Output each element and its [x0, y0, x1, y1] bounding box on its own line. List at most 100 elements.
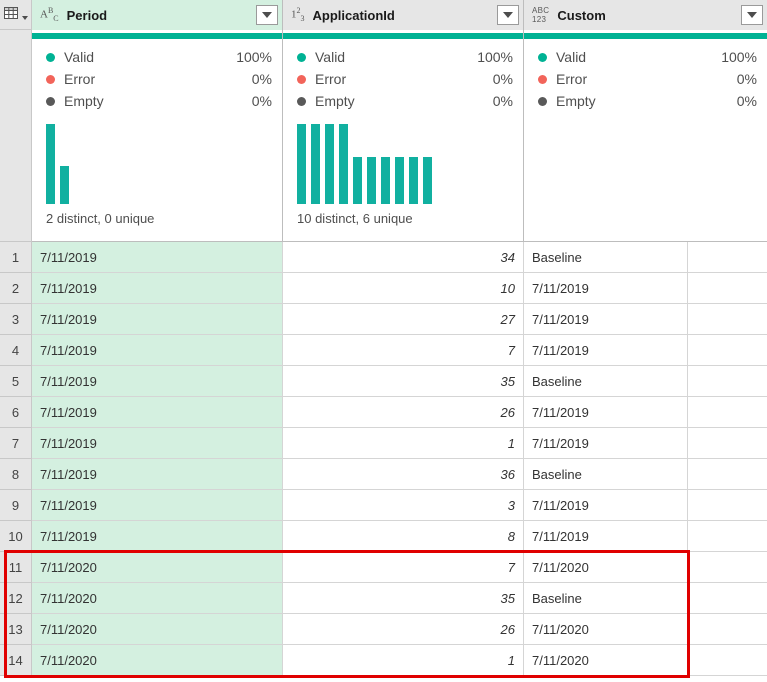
row-number[interactable]: 10 — [0, 521, 32, 552]
cell-overflow[interactable] — [688, 645, 767, 676]
cell-applicationid[interactable]: 10 — [283, 273, 524, 304]
cell-applicationid[interactable]: 7 — [283, 552, 524, 583]
table-row[interactable]: 87/11/201936Baseline — [0, 459, 767, 490]
filter-dropdown-icon-custom[interactable] — [741, 5, 763, 25]
table-row[interactable]: 37/11/2019277/11/2019 — [0, 304, 767, 335]
cell-overflow[interactable] — [688, 366, 767, 397]
quality-stat-empty: Empty 0% — [538, 90, 757, 112]
cell-period[interactable]: 7/11/2019 — [32, 397, 283, 428]
table-row[interactable]: 147/11/202017/11/2020 — [0, 645, 767, 676]
cell-overflow[interactable] — [688, 273, 767, 304]
row-number[interactable]: 5 — [0, 366, 32, 397]
cell-custom[interactable]: 7/11/2020 — [524, 645, 688, 676]
cell-custom[interactable]: 7/11/2019 — [524, 521, 688, 552]
row-number[interactable]: 13 — [0, 614, 32, 645]
filter-dropdown-icon-period[interactable] — [256, 5, 278, 25]
column-profile-period[interactable]: Valid 100% Error 0% Empty 0% 2 distinct,… — [32, 40, 283, 242]
cell-overflow[interactable] — [688, 242, 767, 273]
table-row[interactable]: 137/11/2020267/11/2020 — [0, 614, 767, 645]
row-number[interactable]: 3 — [0, 304, 32, 335]
row-number[interactable]: 11 — [0, 552, 32, 583]
cell-overflow[interactable] — [688, 428, 767, 459]
cell-custom[interactable]: 7/11/2020 — [524, 552, 688, 583]
column-header-row: ABC Period 123 ApplicationId ABC123 Cust… — [0, 0, 767, 30]
column-header-applicationid[interactable]: 123 ApplicationId — [283, 0, 524, 30]
cell-applicationid[interactable]: 7 — [283, 335, 524, 366]
cell-period[interactable]: 7/11/2019 — [32, 273, 283, 304]
cell-period[interactable]: 7/11/2020 — [32, 552, 283, 583]
row-number[interactable]: 14 — [0, 645, 32, 676]
cell-period[interactable]: 7/11/2020 — [32, 614, 283, 645]
cell-custom[interactable]: 7/11/2019 — [524, 335, 688, 366]
table-row[interactable]: 77/11/201917/11/2019 — [0, 428, 767, 459]
cell-custom[interactable]: Baseline — [524, 242, 688, 273]
table-row[interactable]: 27/11/2019107/11/2019 — [0, 273, 767, 304]
cell-applicationid[interactable]: 36 — [283, 459, 524, 490]
cell-custom[interactable]: 7/11/2019 — [524, 273, 688, 304]
cell-applicationid[interactable]: 26 — [283, 397, 524, 428]
cell-period[interactable]: 7/11/2019 — [32, 335, 283, 366]
table-row[interactable]: 17/11/201934Baseline — [0, 242, 767, 273]
table-row[interactable]: 67/11/2019267/11/2019 — [0, 397, 767, 428]
cell-applicationid[interactable]: 3 — [283, 490, 524, 521]
cell-period[interactable]: 7/11/2019 — [32, 242, 283, 273]
cell-period[interactable]: 7/11/2019 — [32, 366, 283, 397]
value-distribution-histogram-custom — [538, 124, 757, 204]
row-number[interactable]: 7 — [0, 428, 32, 459]
table-row[interactable]: 107/11/201987/11/2019 — [0, 521, 767, 552]
column-header-period[interactable]: ABC Period — [32, 0, 283, 30]
cell-applicationid[interactable]: 1 — [283, 428, 524, 459]
cell-custom[interactable]: 7/11/2019 — [524, 397, 688, 428]
row-number[interactable]: 2 — [0, 273, 32, 304]
cell-overflow[interactable] — [688, 490, 767, 521]
cell-overflow[interactable] — [688, 521, 767, 552]
row-number[interactable]: 12 — [0, 583, 32, 614]
cell-period[interactable]: 7/11/2019 — [32, 490, 283, 521]
cell-period[interactable]: 7/11/2020 — [32, 645, 283, 676]
cell-overflow[interactable] — [688, 335, 767, 366]
table-row[interactable]: 57/11/201935Baseline — [0, 366, 767, 397]
quality-bar-period — [32, 30, 283, 40]
table-row[interactable]: 127/11/202035Baseline — [0, 583, 767, 614]
column-header-custom[interactable]: ABC123 Custom — [524, 0, 767, 30]
column-profile-applicationid[interactable]: Valid 100% Error 0% Empty 0% 10 distinct… — [283, 40, 524, 242]
cell-overflow[interactable] — [688, 583, 767, 614]
cell-applicationid[interactable]: 35 — [283, 366, 524, 397]
cell-custom[interactable]: Baseline — [524, 366, 688, 397]
cell-applicationid[interactable]: 26 — [283, 614, 524, 645]
cell-overflow[interactable] — [688, 552, 767, 583]
cell-overflow[interactable] — [688, 459, 767, 490]
cell-period[interactable]: 7/11/2019 — [32, 428, 283, 459]
table-select-corner-button[interactable] — [0, 0, 32, 30]
cell-applicationid[interactable]: 35 — [283, 583, 524, 614]
cell-applicationid[interactable]: 34 — [283, 242, 524, 273]
filter-dropdown-icon-applicationid[interactable] — [497, 5, 519, 25]
cell-applicationid[interactable]: 8 — [283, 521, 524, 552]
row-number[interactable]: 9 — [0, 490, 32, 521]
cell-custom[interactable]: 7/11/2019 — [524, 490, 688, 521]
cell-applicationid[interactable]: 27 — [283, 304, 524, 335]
histogram-bar — [60, 166, 69, 204]
cell-overflow[interactable] — [688, 304, 767, 335]
histogram-bar — [423, 157, 432, 204]
cell-custom[interactable]: 7/11/2019 — [524, 428, 688, 459]
column-profile-custom[interactable]: Valid 100% Error 0% Empty 0% — [524, 40, 767, 242]
cell-period[interactable]: 7/11/2019 — [32, 521, 283, 552]
cell-custom[interactable]: Baseline — [524, 459, 688, 490]
cell-applicationid[interactable]: 1 — [283, 645, 524, 676]
cell-overflow[interactable] — [688, 614, 767, 645]
row-number[interactable]: 6 — [0, 397, 32, 428]
cell-period[interactable]: 7/11/2019 — [32, 304, 283, 335]
table-row[interactable]: 47/11/201977/11/2019 — [0, 335, 767, 366]
row-number[interactable]: 8 — [0, 459, 32, 490]
cell-custom[interactable]: 7/11/2019 — [524, 304, 688, 335]
row-number[interactable]: 1 — [0, 242, 32, 273]
row-number[interactable]: 4 — [0, 335, 32, 366]
cell-period[interactable]: 7/11/2019 — [32, 459, 283, 490]
cell-custom[interactable]: Baseline — [524, 583, 688, 614]
cell-custom[interactable]: 7/11/2020 — [524, 614, 688, 645]
cell-overflow[interactable] — [688, 397, 767, 428]
cell-period[interactable]: 7/11/2020 — [32, 583, 283, 614]
table-row[interactable]: 97/11/201937/11/2019 — [0, 490, 767, 521]
table-row[interactable]: 117/11/202077/11/2020 — [0, 552, 767, 583]
